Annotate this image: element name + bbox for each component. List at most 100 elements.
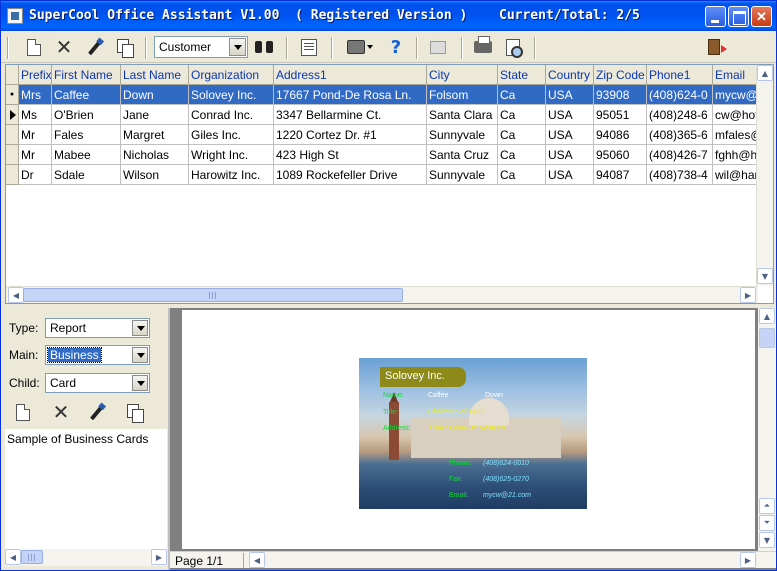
table-cell[interactable]: USA <box>546 145 594 165</box>
scroll-right-button[interactable]: ▶ <box>740 287 756 303</box>
table-cell[interactable]: O'Brien <box>52 105 121 125</box>
column-header[interactable]: Country <box>546 65 594 85</box>
table-cell[interactable]: Ms <box>19 105 52 125</box>
table-cell[interactable]: (408)738-4 <box>647 165 713 185</box>
scroll-right-button[interactable]: ▶ <box>151 549 167 565</box>
grid-vertical-scrollbar[interactable]: ▲ ▼ <box>756 65 773 286</box>
chevron-down-icon[interactable] <box>132 375 148 391</box>
table-cell[interactable]: Conrad Inc. <box>189 105 274 125</box>
table-cell[interactable]: Mrs <box>19 85 52 105</box>
table-row[interactable]: ● Mrs Caffee Down Solovey Inc. 17667 Pond-De … <box>6 85 771 105</box>
table-cell[interactable]: 93908 <box>594 85 647 105</box>
table-row[interactable]: Ms O'Brien Jane Conrad Inc. 3347 Bellarmine … <box>6 105 771 125</box>
copy-report-button[interactable] <box>123 400 147 424</box>
table-cell[interactable]: Jane <box>121 105 189 125</box>
table-cell[interactable]: Santa Cruz <box>427 145 498 165</box>
table-cell[interactable]: Solovey Inc. <box>189 85 274 105</box>
main-select[interactable]: Business <box>45 345 150 365</box>
column-header[interactable]: Organization <box>189 65 274 85</box>
table-cell[interactable]: Santa Clara <box>427 105 498 125</box>
new-record-button[interactable] <box>22 35 46 59</box>
table-row[interactable]: Mr Fales Margret Giles Inc. 1220 Cortez Dr. … <box>6 125 771 145</box>
table-cell[interactable]: (408)624-0 <box>647 85 713 105</box>
edit-report-button[interactable] <box>85 400 109 424</box>
table-cell[interactable]: Ca <box>498 165 546 185</box>
scroll-left-button[interactable]: ◀ <box>8 287 24 303</box>
exit-button[interactable] <box>702 35 727 59</box>
preview-vertical-scrollbar[interactable]: ▲ ⏶ ⏷ ▼ <box>758 308 776 552</box>
row-indicator[interactable] <box>6 125 19 145</box>
table-cell[interactable]: Wright Inc. <box>189 145 274 165</box>
table-cell[interactable]: USA <box>546 125 594 145</box>
table-cell[interactable]: Ca <box>498 85 546 105</box>
tools-menu-button[interactable] <box>343 35 377 59</box>
table-cell[interactable]: 1220 Cortez Dr. #1 <box>274 125 427 145</box>
table-cell[interactable]: Down <box>121 85 189 105</box>
row-indicator[interactable]: ● <box>6 85 19 105</box>
chevron-down-icon[interactable] <box>229 38 246 56</box>
table-cell[interactable]: Sunnyvale <box>427 165 498 185</box>
table-row[interactable]: Mr Mabee Nicholas Wright Inc. 423 High St San… <box>6 145 771 165</box>
table-cell[interactable]: Ca <box>498 145 546 165</box>
current-row-indicator[interactable] <box>6 105 19 125</box>
chevron-down-icon[interactable] <box>132 320 148 336</box>
table-cell[interactable]: USA <box>546 105 594 125</box>
scroll-up-button[interactable]: ▲ <box>757 65 773 81</box>
table-cell[interactable]: Ca <box>498 125 546 145</box>
print-preview-button[interactable] <box>501 35 525 59</box>
minimize-button[interactable] <box>705 6 726 27</box>
description-horizontal-scrollbar[interactable]: ◀ ▶ <box>5 549 167 566</box>
grid-horizontal-scrollbar[interactable]: ◀ ▶ <box>6 286 758 303</box>
scroll-left-button[interactable]: ◀ <box>249 552 265 568</box>
scroll-down-button[interactable]: ▼ <box>759 532 775 548</box>
table-cell[interactable]: Wilson <box>121 165 189 185</box>
table-cell[interactable]: Sdale <box>52 165 121 185</box>
column-header[interactable]: Zip Code <box>594 65 647 85</box>
window-button[interactable] <box>426 35 450 59</box>
chevron-down-icon[interactable] <box>132 347 148 363</box>
print-button[interactable] <box>471 35 495 59</box>
column-header[interactable]: Last Name <box>121 65 189 85</box>
table-cell[interactable]: Caffee <box>52 85 121 105</box>
scroll-thumb[interactable] <box>759 328 775 348</box>
table-cell[interactable]: 17667 Pond-De Rosa Ln. <box>274 85 427 105</box>
table-cell[interactable]: 94087 <box>594 165 647 185</box>
page-up-button[interactable]: ⏶ <box>759 498 775 514</box>
table-cell[interactable]: Giles Inc. <box>189 125 274 145</box>
table-cell[interactable]: 423 High St <box>274 145 427 165</box>
preview-horizontal-scrollbar[interactable]: Page 1/1 ◀ ▶ <box>170 551 776 568</box>
row-indicator[interactable] <box>6 165 19 185</box>
scroll-down-button[interactable]: ▼ <box>757 268 773 284</box>
scroll-up-button[interactable]: ▲ <box>759 308 775 324</box>
table-cell[interactable]: Folsom <box>427 85 498 105</box>
help-button[interactable]: ? <box>384 35 408 59</box>
table-row[interactable]: Dr Sdale Wilson Harowitz Inc. 1089 Rockefell… <box>6 165 771 185</box>
column-header[interactable]: Address1 <box>274 65 427 85</box>
type-select[interactable]: Report <box>45 318 150 338</box>
scroll-right-button[interactable]: ▶ <box>740 552 756 568</box>
edit-record-button[interactable] <box>83 35 107 59</box>
table-cell[interactable]: Dr <box>19 165 52 185</box>
table-cell[interactable]: USA <box>546 165 594 185</box>
column-header[interactable]: Prefix <box>19 65 52 85</box>
row-indicator[interactable] <box>6 145 19 165</box>
properties-button[interactable] <box>297 35 321 59</box>
column-header[interactable]: First Name <box>52 65 121 85</box>
table-cell[interactable]: (408)365-6 <box>647 125 713 145</box>
table-cell[interactable]: (408)248-6 <box>647 105 713 125</box>
table-cell[interactable]: 94086 <box>594 125 647 145</box>
table-cell[interactable]: Nicholas <box>121 145 189 165</box>
table-cell[interactable]: Mr <box>19 145 52 165</box>
column-header[interactable]: City <box>427 65 498 85</box>
table-cell[interactable]: 95051 <box>594 105 647 125</box>
table-cell[interactable]: (408)426-7 <box>647 145 713 165</box>
delete-record-button[interactable]: ✕ <box>52 35 76 59</box>
table-cell[interactable]: Sunnyvale <box>427 125 498 145</box>
copy-record-button[interactable] <box>113 35 137 59</box>
table-cell[interactable]: Harowitz Inc. <box>189 165 274 185</box>
table-cell[interactable]: Mr <box>19 125 52 145</box>
scroll-left-button[interactable]: ◀ <box>5 549 21 565</box>
table-cell[interactable]: Fales <box>52 125 121 145</box>
scroll-thumb[interactable] <box>23 288 403 302</box>
table-cell[interactable]: 1089 Rockefeller Drive <box>274 165 427 185</box>
